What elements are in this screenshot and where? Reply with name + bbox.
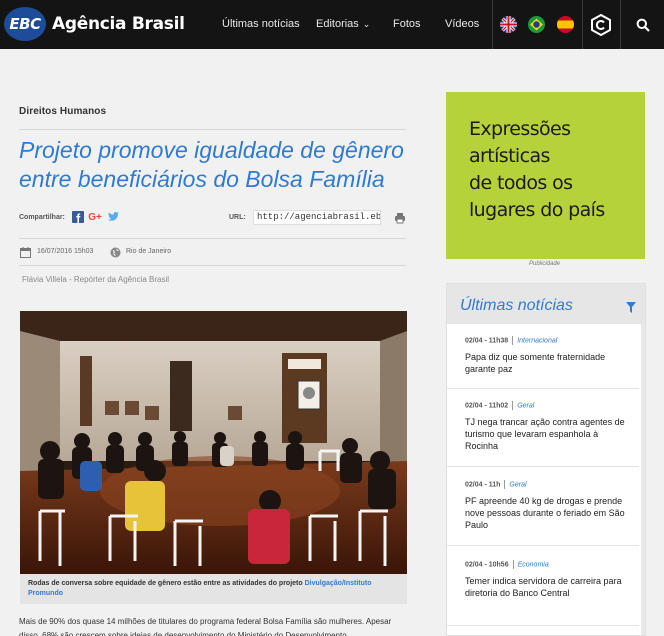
news-category[interactable]: Geral xyxy=(509,481,526,488)
author: Flávia Villela - Repórter da Agência Bra… xyxy=(22,275,170,284)
nav-editorias-label: Editorias xyxy=(316,18,359,30)
divider xyxy=(582,0,583,49)
latest-news-header: Últimas notícias xyxy=(447,284,645,324)
ad-label: Publicidade xyxy=(529,261,561,267)
filter-icon[interactable] xyxy=(626,300,636,313)
section-label[interactable]: Direitos Humanos xyxy=(19,106,106,117)
latest-news-title: Últimas notícias xyxy=(460,297,573,314)
news-time: 02/04 - 11h xyxy=(465,481,501,489)
nav-editorias[interactable]: Editorias ⌄ xyxy=(316,18,370,30)
news-meta: 02/04 - 10h56 Economia xyxy=(465,560,639,569)
ad-line: Expressões xyxy=(469,118,571,140)
scrollbar[interactable] xyxy=(641,324,645,635)
divider xyxy=(492,0,493,49)
news-category[interactable]: Geral xyxy=(517,402,534,409)
twitter-icon[interactable] xyxy=(107,211,119,223)
news-time: 02/04 - 10h56 xyxy=(465,561,509,569)
url-field[interactable]: http://agenciabrasil.ebc.com.br xyxy=(253,210,381,225)
logo-text: Agência Brasil xyxy=(52,14,185,34)
photo-caption: Rodas de conversa sobre equidade de gêne… xyxy=(20,574,407,604)
news-headline[interactable]: Papa diz que somente fraternidade garant… xyxy=(465,351,630,375)
brazil-flag-icon[interactable] xyxy=(528,16,545,33)
news-headline[interactable]: TJ nega trancar ação contra agentes de t… xyxy=(465,416,630,452)
divider xyxy=(504,480,506,489)
caption-text: Rodas de conversa sobre equidade de gêne… xyxy=(28,580,303,587)
latest-news-panel: Últimas notícias 02/04 - 11h38 Internacio… xyxy=(446,283,646,636)
print-icon[interactable] xyxy=(394,211,406,224)
globe-icon xyxy=(110,245,121,258)
calendar-icon xyxy=(20,245,31,258)
news-item[interactable]: 02/04 - 10h56 Economia Temer indica servi… xyxy=(447,560,639,626)
news-time: 02/04 - 11h38 xyxy=(465,337,509,345)
divider xyxy=(512,560,514,569)
advertisement-banner[interactable]: Expressões artísticas de todos os lugare… xyxy=(446,92,645,259)
article-title: Projeto promove igualdade de gênero entr… xyxy=(19,137,404,192)
nav-videos[interactable]: Vídeos xyxy=(445,18,479,30)
ad-line: artísticas xyxy=(469,145,550,167)
divider xyxy=(19,265,406,266)
facebook-icon[interactable] xyxy=(72,211,84,223)
news-category[interactable]: Economia xyxy=(518,561,549,568)
ad-line: lugares do país xyxy=(469,199,605,221)
news-time: 02/04 - 11h02 xyxy=(465,402,509,410)
accessibility-icon[interactable] xyxy=(589,13,613,37)
ebc-logo[interactable]: EBC Agência Brasil xyxy=(4,7,185,41)
nav-fotos[interactable]: Fotos xyxy=(393,18,421,30)
news-item[interactable]: 02/04 - 11h02 Geral TJ nega trancar ação … xyxy=(447,401,639,467)
news-meta: 02/04 - 11h Geral xyxy=(465,480,639,489)
news-meta: 02/04 - 11h38 Internacional xyxy=(465,336,639,345)
share-label: Compartilhar: xyxy=(19,214,65,221)
google-plus-icon[interactable]: G+ xyxy=(88,211,102,223)
english-flag-icon[interactable] xyxy=(500,16,517,33)
chevron-down-icon: ⌄ xyxy=(362,19,371,29)
news-item[interactable]: 02/04 - 11h38 Internacional Papa diz que … xyxy=(447,336,639,389)
article-photo xyxy=(20,311,407,574)
divider xyxy=(512,336,514,345)
location: Rio de Janeiro xyxy=(126,248,172,255)
top-navigation-bar: EBC Agência Brasil Últimas notícias Edit… xyxy=(0,0,664,49)
news-meta: 02/04 - 11h02 Geral xyxy=(465,401,639,410)
divider xyxy=(512,401,514,410)
nav-latest-news[interactable]: Últimas notícias xyxy=(222,18,300,30)
divider xyxy=(19,129,406,130)
divider xyxy=(19,238,406,239)
url-label: URL: xyxy=(229,214,246,221)
news-category[interactable]: Internacional xyxy=(517,337,557,344)
spain-flag-icon[interactable] xyxy=(557,16,574,33)
ad-line: de todos os xyxy=(469,172,573,194)
news-item[interactable]: 02/04 - 11h Geral PF apreende 40 kg de dr… xyxy=(447,480,639,546)
search-icon[interactable] xyxy=(631,13,655,37)
news-headline[interactable]: Temer indica servidora de carreira para … xyxy=(465,575,630,599)
news-headline[interactable]: PF apreende 40 kg de drogas e prende nov… xyxy=(465,495,630,531)
publish-date: 16/07/2016 15h03 xyxy=(37,248,94,255)
article-body: Mais de 90% dos quase 14 milhões de titu… xyxy=(19,617,392,636)
divider xyxy=(620,0,621,49)
logo-mark: EBC xyxy=(4,7,46,41)
